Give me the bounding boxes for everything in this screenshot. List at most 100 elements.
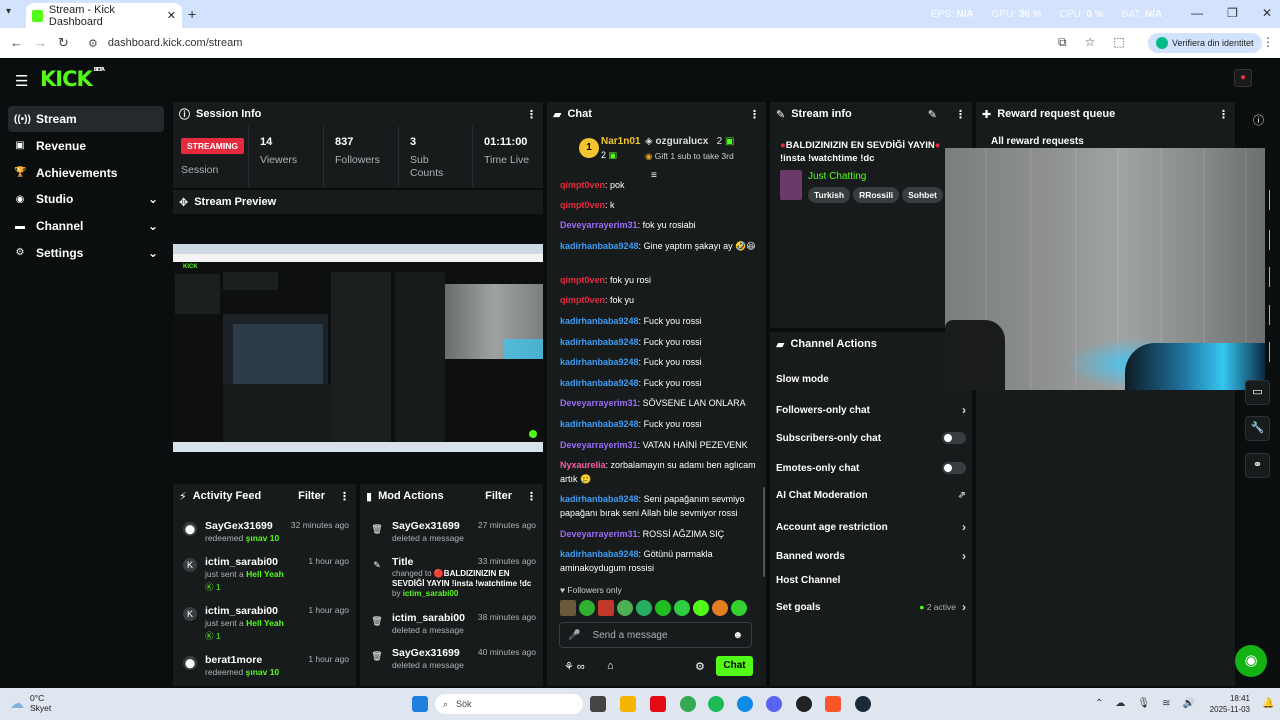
emote-icon[interactable] [579,600,595,616]
profile-button[interactable]: Verifiera din identitet [1148,33,1262,53]
new-tab-icon[interactable]: + [188,6,196,22]
stream-preview-video[interactable]: KICK [173,244,543,452]
more-options-icon[interactable]: ⋮ [339,490,350,503]
action-subscribers-only[interactable]: Subscribers-only chat [776,432,966,444]
filter-button[interactable]: Filter [485,490,512,502]
store-icon[interactable]: ⌂ [607,660,614,672]
clock[interactable]: 18:41 2025-11-03 [1206,693,1250,715]
action-set-goals[interactable]: Set goals ● 2 active › [776,600,966,614]
emotes-only-toggle[interactable] [942,462,966,474]
obs-icon[interactable] [796,696,812,712]
action-host-channel[interactable]: Host Channel [776,575,966,586]
wifi-icon[interactable]: ≋ [1162,698,1170,709]
category-link[interactable]: Just Chatting [808,171,866,182]
emote-icon[interactable] [712,600,728,616]
category-thumbnail[interactable] [780,170,802,200]
all-reward-requests[interactable]: All reward requests [991,136,1084,147]
site-info-icon[interactable]: ⚙ [88,37,98,50]
emote-icon[interactable] [693,600,709,616]
more-options-icon[interactable]: ⋮ [526,490,537,503]
more-options-icon[interactable]: ⋮ [1218,108,1229,121]
mod-action-item: 🗑 SayGex31699 27 minutes ago deleted a m… [371,520,536,543]
back-icon[interactable]: ← [10,35,23,50]
hamburger-menu-icon[interactable]: ☰ [15,72,28,90]
support-chat-button[interactable]: ◉ [1235,645,1267,677]
extensions-icon[interactable]: ⬚ [1113,35,1124,50]
reload-icon[interactable]: ↻ [58,35,69,51]
microphone-icon[interactable]: 🎤 [568,630,580,641]
loyalty-points-icon[interactable]: ⚘ ∞ [564,660,585,673]
more-options-icon[interactable]: ⋮ [526,108,537,121]
edge-icon[interactable] [737,696,753,712]
emote-icon[interactable] [617,600,633,616]
chrome-icon[interactable] [680,696,696,712]
edit-pencil-icon[interactable]: ✎ [928,108,937,121]
share-icon[interactable]: ⚭ [1245,453,1270,478]
sidebar-item-settings[interactable]: ⚙ Settings ⌄ [8,240,164,266]
emote-icon[interactable] [731,600,747,616]
more-options-icon[interactable]: ⋮ [955,108,966,121]
action-account-age[interactable]: Account age restriction › [776,520,966,534]
tag[interactable]: Sohbet [902,187,943,203]
onedrive-icon[interactable]: ☁ [1115,698,1125,709]
gift-hint: ◉ Gift 1 sub to take 3rd [645,151,734,161]
media-icon[interactable]: ▭ [1245,380,1270,405]
action-followers-only[interactable]: Followers-only chat › [776,403,966,417]
volume-icon[interactable]: 🔊 [1182,698,1194,709]
user-avatar[interactable]: ● [1234,69,1252,87]
chat-input[interactable]: 🎤 Send a message ☻ [559,622,752,648]
sidebar-item-revenue[interactable]: ▣ Revenue [8,133,164,159]
steam-icon[interactable] [855,696,871,712]
action-emotes-only[interactable]: Emotes-only chat [776,462,966,474]
chat-scrollbar[interactable] [763,487,765,577]
action-banned-words[interactable]: Banned words › [776,549,966,563]
emote-icon[interactable] [636,600,652,616]
action-ai-chat-moderation[interactable]: AI Chat Moderation ⇗ [776,490,966,501]
action-slow-mode[interactable]: Slow mode [776,374,966,385]
emote-icon[interactable] [655,600,671,616]
send-chat-button[interactable]: Chat [716,656,753,676]
tag[interactable]: Turkish [808,187,851,203]
tab-list-icon[interactable]: ▾ [6,6,11,17]
info-icon[interactable]: ⓘ [1253,112,1264,128]
microphone-icon[interactable]: 🎙 [1137,698,1150,709]
restore-icon[interactable]: ❐ [1227,6,1238,20]
bookmark-star-icon[interactable]: ☆ [1085,35,1096,50]
top-gifter-name[interactable]: Nar1n01 [601,136,640,147]
kick-logo[interactable]: KICK BETA [40,67,105,91]
netflix-icon[interactable] [650,696,666,712]
windows-start-icon[interactable] [412,696,428,712]
filter-button[interactable]: Filter [298,490,325,502]
translate-icon[interactable]: ⧉ [1058,35,1067,50]
wrench-icon[interactable]: 🔧 [1245,416,1270,441]
sidebar-item-achievements[interactable]: 🏆 Achievements [8,160,164,186]
minimize-icon[interactable]: — [1191,6,1203,20]
sidebar-item-channel[interactable]: ▬ Channel ⌄ [8,213,164,239]
emote-icon[interactable] [598,600,614,616]
weather-widget[interactable]: ☁ 0°C Skyet [10,693,51,713]
notifications-icon[interactable]: 🔔 [1262,698,1274,709]
file-explorer-icon[interactable] [620,696,636,712]
discord-icon[interactable] [766,696,782,712]
browser-tab[interactable]: Stream - Kick Dashboard ✕ [26,3,182,28]
emoji-icon[interactable]: ☻ [732,630,743,641]
url-field[interactable]: ⚙ dashboard.kick.com/stream [78,32,1098,54]
brave-icon[interactable] [825,696,841,712]
task-view-icon[interactable] [590,696,606,712]
chevron-up-icon[interactable]: ⌃ [1095,698,1103,709]
second-gifter[interactable]: ◈ ozguralucx 2 ▣ [645,136,734,147]
tag[interactable]: RRossili [853,187,900,203]
close-tab-icon[interactable]: ✕ [167,9,176,22]
subscribers-only-toggle[interactable] [942,432,966,444]
close-window-icon[interactable]: ✕ [1262,6,1272,20]
emote-icon[interactable] [674,600,690,616]
sidebar-item-studio[interactable]: ◉ Studio ⌄ [8,186,164,212]
emote-icon[interactable] [560,600,576,616]
spotify-icon[interactable] [708,696,724,712]
more-options-icon[interactable]: ⋮ [749,108,760,121]
browser-menu-icon[interactable]: ⋮ [1262,35,1274,49]
forward-icon[interactable]: → [34,35,47,50]
sidebar-item-stream[interactable]: ((•)) Stream [8,106,164,132]
taskbar-search[interactable]: ⌕ Sök [435,694,583,714]
chat-settings-icon[interactable]: ⚙ [695,660,705,673]
